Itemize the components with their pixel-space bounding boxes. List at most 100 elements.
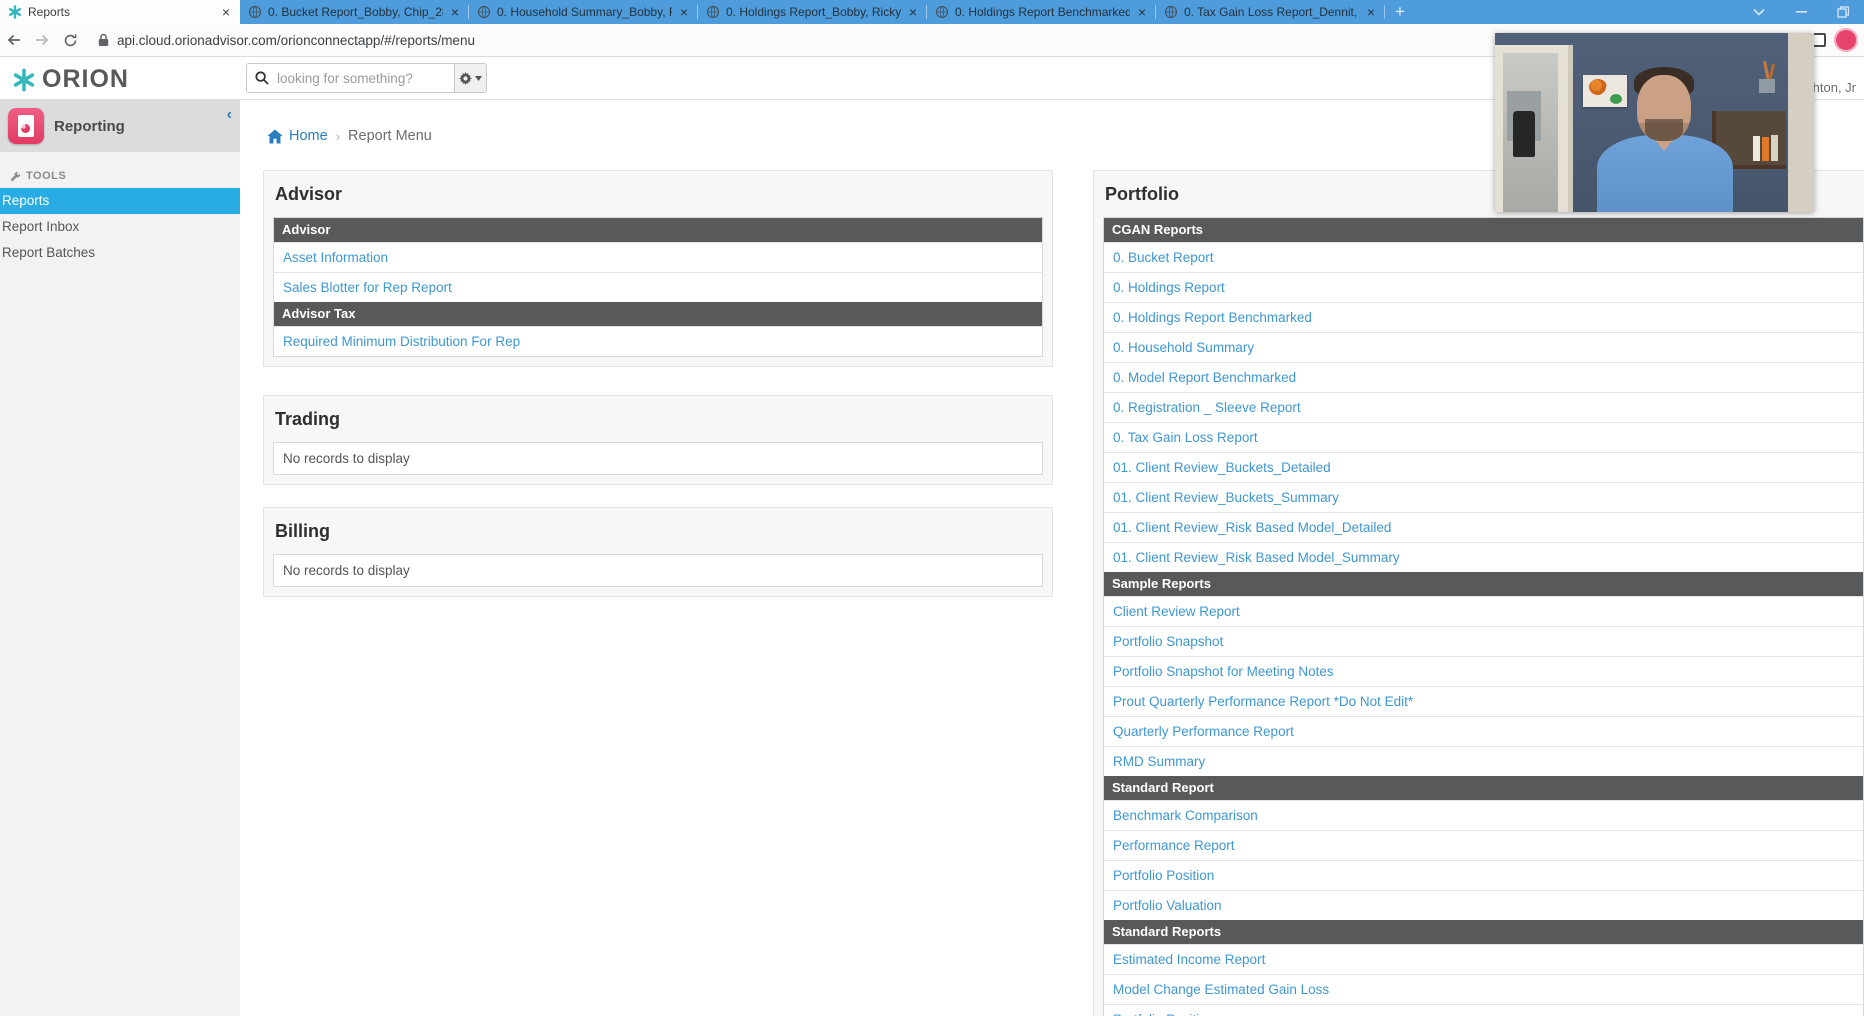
report-link[interactable]: 01. Client Review_Risk Based Model_Summa…: [1104, 542, 1863, 572]
tab-title: 0. Holdings Report_Bobby, Ricky_: [726, 5, 901, 19]
sidebar-item-report-batches[interactable]: Report Batches: [0, 240, 240, 266]
search-options-button[interactable]: [454, 64, 486, 92]
report-group-header: CGAN Reports: [1104, 218, 1863, 242]
dried-plant: [1754, 60, 1780, 93]
advisor-report-table: Advisor Asset Information Sales Blotter fo…: [273, 217, 1043, 357]
trading-card: Trading No records to display: [263, 395, 1053, 485]
report-group-header: Standard Report: [1104, 776, 1863, 800]
browser-tab[interactable]: 0. Holdings Report Benchmarked ×: [927, 0, 1156, 24]
reporting-app-icon[interactable]: [8, 108, 44, 144]
left-column: Advisor Advisor Asset Information Sales Bl…: [263, 170, 1053, 597]
orion-asterisk-icon: [13, 68, 35, 91]
report-link[interactable]: Portfolio Snapshot: [1104, 626, 1863, 656]
tab-close-icon[interactable]: ×: [449, 5, 461, 19]
breadcrumb-home-link[interactable]: Home: [267, 128, 328, 144]
tab-close-icon[interactable]: ×: [1365, 5, 1377, 19]
user-menu-partial[interactable]: hton, Jr: [1813, 80, 1856, 95]
billing-title: Billing: [275, 521, 330, 541]
report-link[interactable]: 0. Tax Gain Loss Report: [1104, 422, 1863, 452]
breadcrumb-current: Report Menu: [348, 128, 432, 144]
minimize-button[interactable]: [1780, 0, 1822, 24]
report-link[interactable]: Portfolio Snapshot for Meeting Notes: [1104, 656, 1863, 686]
tab-title: Reports: [28, 5, 71, 19]
report-link[interactable]: Client Review Report: [1104, 596, 1863, 626]
tab-close-icon[interactable]: ×: [1136, 5, 1148, 19]
report-link[interactable]: 01. Client Review_Buckets_Detailed: [1104, 452, 1863, 482]
report-link[interactable]: 0. Bucket Report: [1104, 242, 1863, 272]
browser-tab[interactable]: 0. Tax Gain Loss Report_Dennit, L ×: [1156, 0, 1385, 24]
sidebar-item-report-inbox[interactable]: Report Inbox: [0, 214, 240, 240]
gear-icon: [459, 71, 472, 85]
report-link[interactable]: RMD Summary: [1104, 746, 1863, 776]
search-icon: [247, 64, 273, 92]
report-link[interactable]: 0. Household Summary: [1104, 332, 1863, 362]
forward-icon[interactable]: [28, 26, 56, 54]
report-link[interactable]: 01. Client Review_Buckets_Summary: [1104, 482, 1863, 512]
browser-tab[interactable]: 0. Holdings Report_Bobby, Ricky_ ×: [698, 0, 927, 24]
office-chair: [1513, 111, 1535, 157]
app-label: Reporting: [54, 117, 125, 135]
portfolio-column: Portfolio CGAN Reports 0. Bucket Report 0.…: [1093, 170, 1864, 1016]
new-tab-button[interactable]: +: [1385, 0, 1415, 24]
caret-down-icon: [475, 75, 482, 81]
browser-tab[interactable]: 0. Bucket Report_Bobby, Chip_28 ×: [240, 0, 469, 24]
report-link[interactable]: Performance Report: [1104, 830, 1863, 860]
back-icon[interactable]: [0, 26, 28, 54]
home-icon: [267, 129, 283, 143]
report-link[interactable]: Benchmark Comparison: [1104, 800, 1863, 830]
tools-section-header: TOOLS: [10, 170, 240, 182]
advisor-title: Advisor: [275, 184, 343, 204]
tab-close-icon[interactable]: ×: [678, 5, 690, 19]
pie-chart-icon: [21, 124, 30, 133]
global-search: [246, 63, 487, 93]
beard: [1645, 119, 1683, 141]
breadcrumb: Home › Report Menu: [267, 128, 432, 144]
tab-close-icon[interactable]: ×: [220, 5, 232, 19]
billing-empty-row: No records to display: [273, 554, 1043, 587]
report-group-header: Advisor: [274, 218, 1042, 242]
main-content: Home › Report Menu Advisor Advisor Asset …: [240, 100, 1864, 1016]
report-link[interactable]: Model Change Estimated Gain Loss: [1104, 974, 1863, 1004]
restore-button[interactable]: [1822, 0, 1864, 24]
report-link[interactable]: Asset Information: [274, 242, 1042, 272]
report-link[interactable]: Quarterly Performance Report: [1104, 716, 1863, 746]
orion-logo: ORION: [12, 65, 129, 94]
report-link[interactable]: 0. Registration _ Sleeve Report: [1104, 392, 1863, 422]
sidebar-item-reports[interactable]: Reports: [0, 188, 240, 214]
report-link[interactable]: 01. Client Review_Risk Based Model_Detai…: [1104, 512, 1863, 542]
tab-search-chevron-icon[interactable]: [1738, 0, 1780, 24]
browser-tab-bar: Reports × 0. Bucket Report_Bobby, Chip_28 ×…: [0, 0, 1864, 24]
recording-extension-icon[interactable]: [1834, 28, 1858, 52]
lock-icon: [98, 33, 109, 46]
browser-tab[interactable]: 0. Household Summary_Bobby, R ×: [469, 0, 698, 24]
trading-title: Trading: [275, 409, 341, 429]
browser-tab[interactable]: Reports ×: [0, 0, 240, 24]
report-link[interactable]: 0. Model Report Benchmarked: [1104, 362, 1863, 392]
door-interior: [1503, 53, 1558, 212]
sidebar-collapse-chevron-icon[interactable]: ‹: [227, 106, 232, 124]
plant-pot: [1759, 79, 1775, 93]
portfolio-card: Portfolio CGAN Reports 0. Bucket Report 0.…: [1093, 170, 1864, 1016]
report-link[interactable]: Portfolio Position: [1104, 860, 1863, 890]
report-link[interactable]: Estimated Income Report: [1104, 944, 1863, 974]
report-link[interactable]: 0. Holdings Report Benchmarked: [1104, 302, 1863, 332]
wrench-icon: [10, 171, 21, 181]
report-link[interactable]: 0. Holdings Report: [1104, 272, 1863, 302]
tab-close-icon[interactable]: ×: [907, 5, 919, 19]
report-link[interactable]: Portfolio Position: [1104, 1004, 1863, 1016]
report-link[interactable]: Prout Quarterly Performance Report *Do N…: [1104, 686, 1863, 716]
trading-empty-row: No records to display: [273, 442, 1043, 475]
wall-strip: [1788, 33, 1814, 212]
sidebar-items: Reports Report Inbox Report Batches: [0, 188, 240, 266]
report-link[interactable]: Required Minimum Distribution For Rep: [274, 326, 1042, 356]
breadcrumb-separator: ›: [335, 128, 341, 144]
tools-label: TOOLS: [26, 170, 67, 182]
browser-window: Reports × 0. Bucket Report_Bobby, Chip_28 ×…: [0, 0, 1864, 1016]
app-switcher-strip: Reporting ‹: [0, 100, 240, 152]
report-link[interactable]: Sales Blotter for Rep Report: [274, 272, 1042, 302]
report-link[interactable]: Portfolio Valuation: [1104, 890, 1863, 920]
refresh-icon[interactable]: [56, 26, 84, 54]
book: [1753, 136, 1760, 161]
webcam-video-overlay[interactable]: [1495, 33, 1814, 212]
search-input[interactable]: [273, 64, 454, 92]
